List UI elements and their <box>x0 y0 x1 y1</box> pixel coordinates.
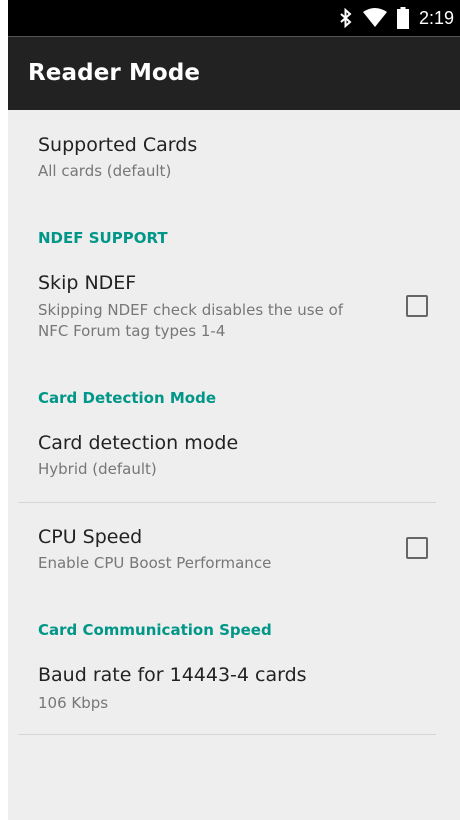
skip-ndef-title: Skip NDEF <box>38 272 137 294</box>
divider <box>18 734 436 735</box>
divider <box>18 502 436 503</box>
card-detection-mode-title: Card detection mode <box>38 432 239 454</box>
skip-ndef-checkbox[interactable] <box>406 295 428 317</box>
baud-rate-pref[interactable]: Baud rate for 14443-4 cards 106 Kbps <box>8 652 460 732</box>
wifi-icon <box>362 8 387 28</box>
page-title: Reader Mode <box>28 60 201 86</box>
clock: 2:19 <box>418 7 454 28</box>
status-icons: 2:19 <box>339 0 454 36</box>
skip-ndef-summary-line1: Skipping NDEF check disables the use of <box>38 301 344 319</box>
baud-rate-title: Baud rate for 14443-4 cards <box>38 664 307 686</box>
card-detection-mode-pref[interactable]: Card detection mode Hybrid (default) <box>8 420 460 500</box>
battery-icon <box>396 7 409 29</box>
skip-ndef-pref[interactable]: Skip NDEF Skipping NDEF check disables t… <box>8 262 460 352</box>
card-communication-speed-category: Card Communication Speed <box>38 621 272 639</box>
card-detection-mode-category: Card Detection Mode <box>38 389 217 407</box>
bluetooth-icon <box>339 8 353 28</box>
cpu-speed-summary: Enable CPU Boost Performance <box>38 554 272 572</box>
ndef-support-category: NDEF SUPPORT <box>38 229 168 247</box>
card-detection-mode-summary: Hybrid (default) <box>38 460 157 478</box>
screen: 2:19 Reader Mode Supported Cards All car… <box>8 0 460 820</box>
cpu-speed-title: CPU Speed <box>38 526 143 548</box>
cpu-speed-checkbox[interactable] <box>406 537 428 559</box>
baud-rate-summary: 106 Kbps <box>38 694 109 712</box>
supported-cards-pref[interactable]: Supported Cards All cards (default) <box>8 118 460 194</box>
supported-cards-summary: All cards (default) <box>38 162 172 180</box>
skip-ndef-summary-line2: NFC Forum tag types 1-4 <box>38 322 226 340</box>
supported-cards-title: Supported Cards <box>38 134 198 156</box>
app-bar: Reader Mode <box>8 36 460 110</box>
status-bar: 2:19 <box>8 0 460 36</box>
cpu-speed-pref[interactable]: CPU Speed Enable CPU Boost Performance <box>8 512 460 588</box>
